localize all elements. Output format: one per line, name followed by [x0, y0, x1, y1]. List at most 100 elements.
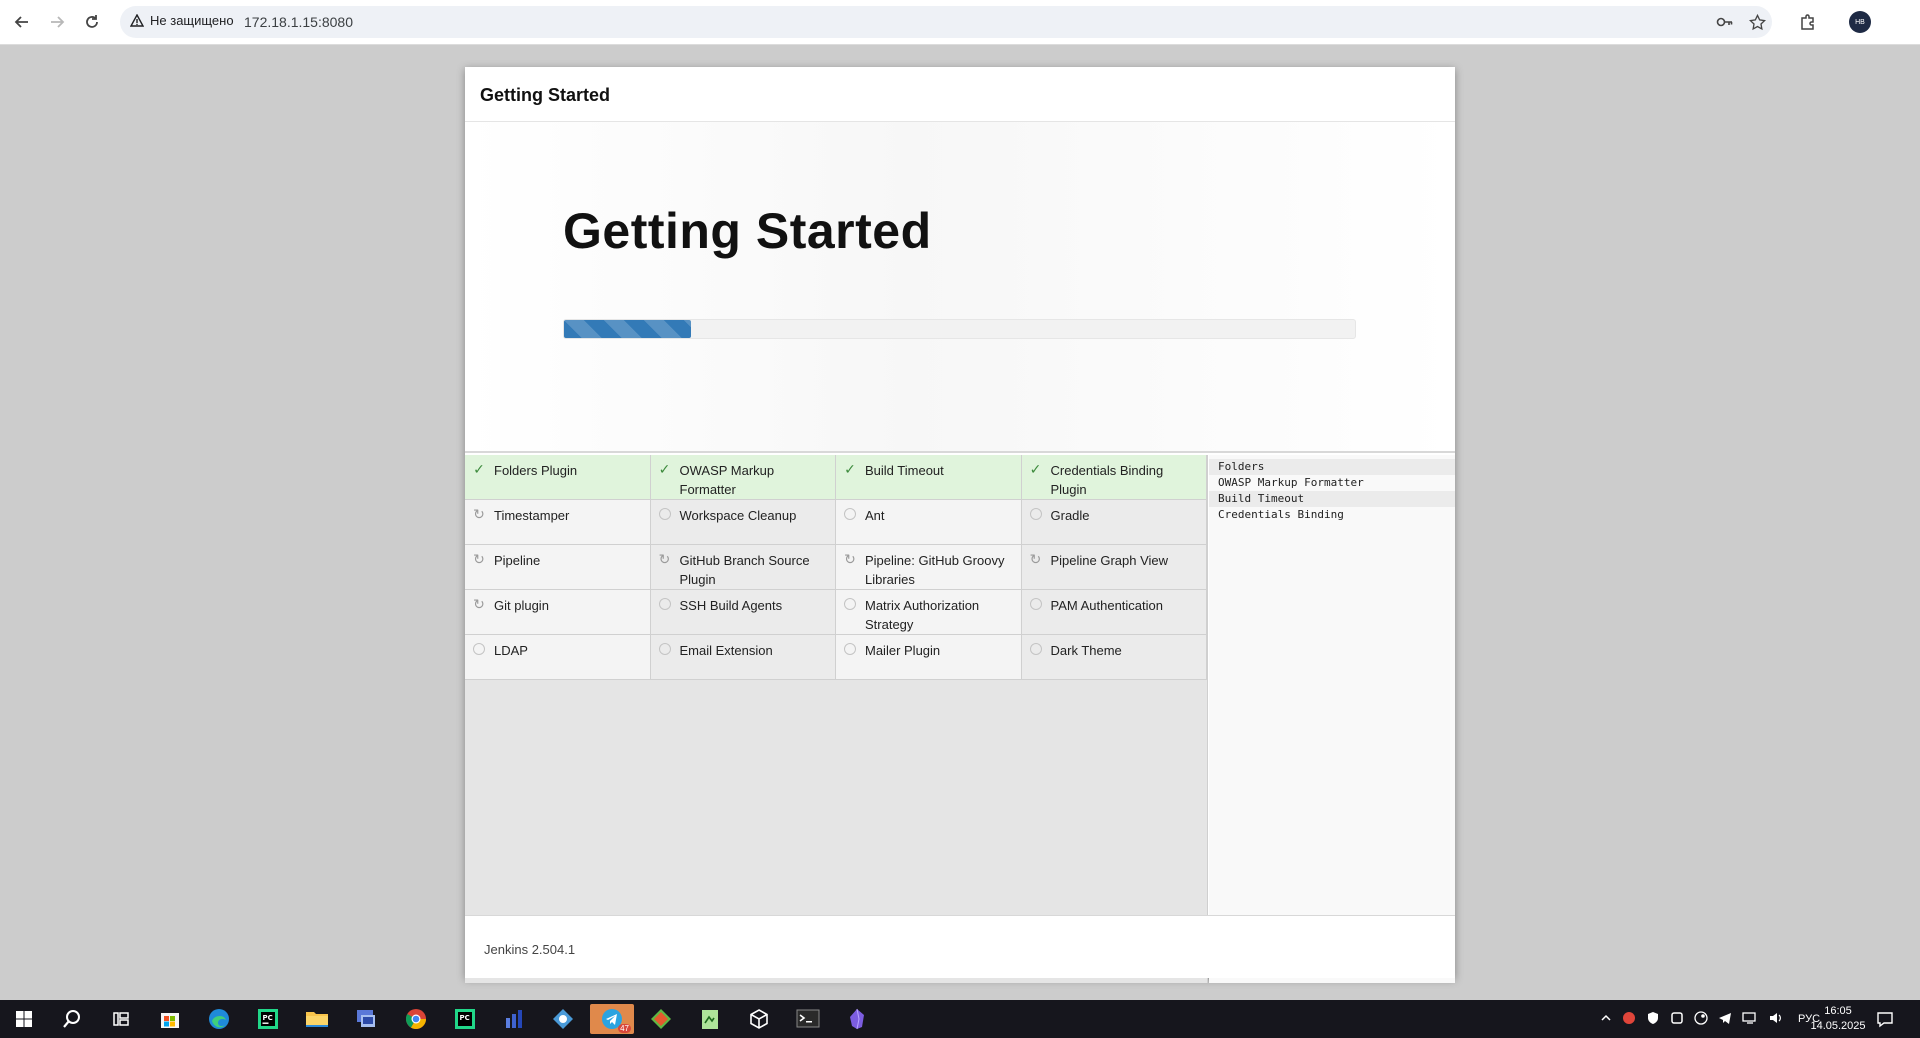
- notification-icon: [1877, 1012, 1893, 1028]
- check-icon: ✓: [844, 460, 856, 477]
- taskbar-terminal[interactable]: [793, 1004, 823, 1034]
- plugin-item: ↻ Pipeline: GitHub Groovy Libraries: [836, 545, 1022, 590]
- bookmark-button[interactable]: [1748, 13, 1766, 31]
- taskbar-telegram[interactable]: 47: [590, 1004, 634, 1034]
- taskbar-store[interactable]: [155, 1004, 185, 1034]
- log-line: Credentials Binding: [1218, 508, 1344, 521]
- taskbar-clock[interactable]: 16:05 14.05.2025: [1808, 1004, 1868, 1034]
- warning-icon: [130, 13, 144, 27]
- taskbar-remote[interactable]: [351, 1004, 381, 1034]
- dialog-header: Getting Started: [465, 67, 1455, 122]
- tray-overflow-chevron-icon[interactable]: [1600, 1012, 1612, 1027]
- plugin-item: ↻ Pipeline Graph View: [1021, 545, 1207, 590]
- plugin-name: Credentials Binding Plugin: [1050, 463, 1164, 497]
- install-progress-bar: [563, 319, 1356, 339]
- clock-date: 14.05.2025: [1810, 1020, 1866, 1032]
- extensions-button[interactable]: [1795, 9, 1821, 35]
- pending-circle-icon: [1029, 643, 1042, 655]
- dialog-title: Getting Started: [480, 85, 611, 105]
- plugin-name: Folders Plugin: [494, 463, 578, 478]
- pending-circle-icon: [473, 643, 485, 655]
- address-bar[interactable]: Не защищено 172.18.1.15:8080: [120, 6, 1772, 38]
- plugin-name: Workspace Cleanup: [679, 508, 797, 523]
- search-icon: [63, 1010, 80, 1028]
- plugin-name: PAM Authentication: [1050, 598, 1164, 613]
- plugin-item: Mailer Plugin: [836, 635, 1022, 680]
- plugin-item: Email Extension: [650, 635, 836, 680]
- plugin-item: Matrix Authorization Strategy: [836, 590, 1022, 635]
- plugin-name: Build Timeout: [865, 463, 944, 478]
- notepad-icon: [702, 1010, 718, 1029]
- dialog-footer: Jenkins 2.504.1: [465, 915, 1455, 978]
- search-button[interactable]: [57, 1004, 87, 1034]
- spinner-icon: ↻: [844, 550, 856, 567]
- install-log-panel[interactable]: Folders OWASP Markup Formatter Build Timeo…: [1209, 455, 1455, 983]
- url-text[interactable]: 172.18.1.15:8080: [244, 14, 353, 30]
- hero-title: Getting Started: [563, 203, 932, 259]
- plugin-item: ↻ Timestamper: [465, 500, 651, 545]
- plugin-item: ✓ Build Timeout: [836, 455, 1022, 500]
- install-progress-fill: [564, 320, 691, 338]
- plugin-grid: ✓ Folders Plugin ✓ OWASP Markup Formatter ✓ B…: [465, 455, 1208, 983]
- log-line: Build Timeout: [1209, 491, 1455, 507]
- taskbar-pycharm[interactable]: PC: [253, 1004, 283, 1034]
- plugin-name: GitHub Branch Source Plugin: [679, 553, 810, 587]
- taskbar-virtualbox[interactable]: [744, 1004, 774, 1034]
- taskbar-pycharm-ce[interactable]: PC: [450, 1004, 480, 1034]
- pending-circle-icon: [1029, 508, 1042, 520]
- taskbar-edge[interactable]: [204, 1004, 234, 1034]
- windows-start-icon: [16, 1011, 32, 1027]
- plugin-item: ↻ Pipeline: [465, 545, 651, 590]
- plugin-name: Mailer Plugin: [865, 643, 941, 658]
- taskbar-notepad[interactable]: [695, 1004, 725, 1034]
- plugin-name: Pipeline: GitHub Groovy Libraries: [865, 553, 1005, 587]
- check-icon: ✓: [1029, 460, 1042, 477]
- start-button[interactable]: [9, 1004, 39, 1034]
- powerbi-icon: [506, 1010, 522, 1028]
- pending-circle-icon: [1029, 598, 1042, 610]
- network-icon[interactable]: [1742, 1011, 1758, 1028]
- plugin-name: Timestamper: [494, 508, 570, 523]
- plugin-name: Pipeline: [494, 553, 541, 568]
- network-tool-icon: [553, 1009, 573, 1029]
- plugin-item: Dark Theme: [1021, 635, 1207, 680]
- taskbar-git[interactable]: [646, 1004, 676, 1034]
- plugin-item: Ant: [836, 500, 1022, 545]
- plugin-name: Email Extension: [679, 643, 773, 658]
- git-icon: [651, 1009, 671, 1029]
- taskbar-powerbi[interactable]: [499, 1004, 529, 1034]
- tray-app-red-icon[interactable]: [1622, 1011, 1636, 1028]
- forward-button[interactable]: [44, 9, 70, 35]
- notification-center-button[interactable]: [1870, 1004, 1900, 1034]
- taskbar-obsidian[interactable]: [842, 1004, 872, 1034]
- task-view-button[interactable]: [106, 1004, 136, 1034]
- tray-app-square-icon[interactable]: [1670, 1011, 1684, 1028]
- tray-telegram-icon[interactable]: [1718, 1011, 1732, 1028]
- jenkins-version: Jenkins 2.504.1: [484, 942, 576, 957]
- spinner-icon: ↻: [473, 550, 485, 567]
- taskbar-network-tool[interactable]: [548, 1004, 578, 1034]
- spinner-icon: ↻: [1029, 550, 1042, 567]
- profile-button[interactable]: HB: [1847, 9, 1873, 35]
- plugin-item: PAM Authentication: [1021, 590, 1207, 635]
- check-icon: ✓: [658, 460, 671, 477]
- tray-steam-icon[interactable]: [1694, 1010, 1708, 1028]
- plugin-item: ✓ Credentials Binding Plugin: [1021, 455, 1207, 500]
- log-line: OWASP Markup Formatter: [1218, 476, 1364, 489]
- plugin-grid-rows: ✓ Folders Plugin ✓ OWASP Markup Formatter ✓ B…: [465, 455, 1207, 680]
- plugin-name: OWASP Markup Formatter: [679, 463, 775, 497]
- key-icon: [1716, 17, 1733, 27]
- pending-circle-icon: [844, 643, 856, 655]
- taskbar-chrome[interactable]: [401, 1004, 431, 1034]
- taskbar-explorer[interactable]: [302, 1004, 332, 1034]
- plugin-item: Gradle: [1021, 500, 1207, 545]
- security-indicator[interactable]: Не защищено: [130, 13, 234, 28]
- password-key-button[interactable]: [1716, 13, 1734, 31]
- remote-desktop-icon: [357, 1010, 375, 1027]
- install-hero: Getting Started: [465, 122, 1455, 453]
- volume-icon[interactable]: [1768, 1011, 1784, 1028]
- tray-app-shield-icon[interactable]: [1646, 1011, 1660, 1028]
- back-button[interactable]: [9, 9, 35, 35]
- reload-button[interactable]: [79, 9, 105, 35]
- pending-circle-icon: [844, 598, 856, 610]
